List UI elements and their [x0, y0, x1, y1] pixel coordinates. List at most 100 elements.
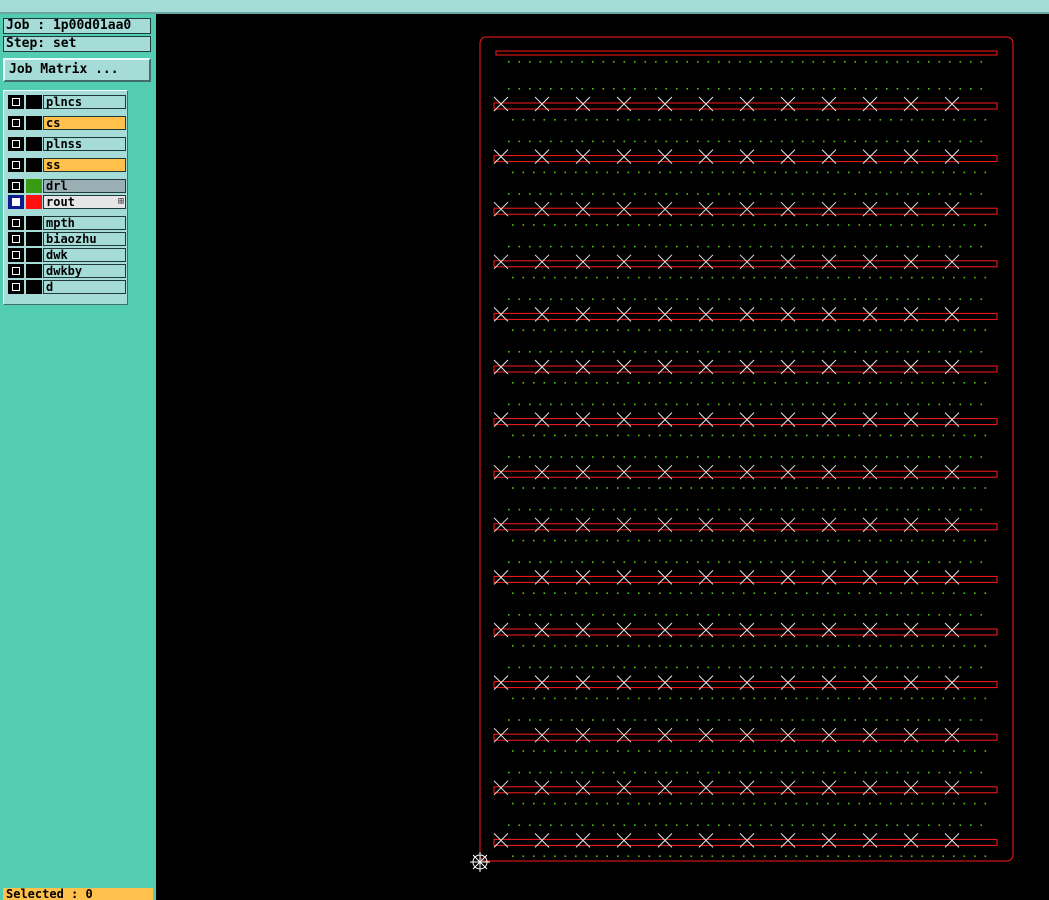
datum-crosshair-icon[interactable]	[470, 852, 490, 872]
drill-hit	[823, 245, 825, 248]
drill-hit	[917, 508, 920, 511]
layer-name[interactable]: drl	[43, 179, 126, 193]
drill-hit	[627, 171, 630, 174]
layer-name[interactable]: cs	[43, 116, 126, 130]
layer-checkbox[interactable]	[8, 137, 24, 151]
layer-row-plnss[interactable]: plnss	[8, 137, 126, 151]
drill-hit	[627, 645, 630, 647]
layer-color-swatch[interactable]	[26, 158, 42, 172]
layer-color-swatch[interactable]	[26, 216, 42, 230]
layer-color-swatch[interactable]	[26, 280, 42, 294]
drill-hit	[638, 329, 640, 331]
layer-color-swatch[interactable]	[26, 95, 42, 109]
drill-hit	[907, 140, 909, 143]
drill-hit	[760, 140, 762, 143]
drill-hit	[785, 224, 787, 226]
drill-hit	[508, 508, 510, 511]
layer-row-plncs[interactable]: plncs	[8, 95, 126, 109]
layer-name[interactable]: plncs	[43, 95, 126, 109]
drill-hit	[749, 824, 752, 826]
top-toolbar-strip	[0, 0, 1049, 14]
drill-hit	[928, 666, 930, 669]
drill-hit	[571, 88, 573, 90]
layer-row-cs[interactable]: cs	[8, 116, 126, 130]
drill-hit	[921, 329, 924, 331]
drill-hit	[806, 802, 808, 805]
drill-hit	[753, 119, 756, 121]
drill-hit	[718, 88, 720, 90]
drill-hit	[823, 193, 825, 195]
drill-hit	[575, 645, 577, 647]
graphics-canvas[interactable]	[156, 14, 1049, 900]
layer-name[interactable]: plnss	[43, 137, 126, 151]
layer-row-ss[interactable]: ss	[8, 158, 126, 172]
layer-name[interactable]: mpth	[43, 216, 126, 230]
drill-hit	[711, 329, 714, 331]
drill-hit	[812, 771, 815, 774]
layer-color-swatch[interactable]	[26, 137, 42, 151]
drill-hit	[722, 487, 724, 489]
drill-hit	[543, 750, 546, 752]
drill-hit	[707, 561, 710, 563]
drill-hit	[928, 88, 930, 90]
layer-name[interactable]: dwk	[43, 248, 126, 262]
layer-checkbox[interactable]	[8, 158, 24, 172]
layer-name[interactable]: biaozhu	[43, 232, 126, 246]
drill-hit	[638, 645, 640, 647]
layer-checkbox[interactable]	[8, 216, 24, 230]
job-matrix-button[interactable]: Job Matrix ...	[3, 58, 151, 82]
layer-color-swatch[interactable]	[26, 264, 42, 278]
drill-hit	[984, 382, 987, 384]
drill-hit	[627, 382, 630, 384]
layer-checkbox[interactable]	[8, 179, 24, 193]
drill-hit	[812, 719, 815, 721]
layer-color-swatch[interactable]	[26, 116, 42, 130]
drill-hit	[844, 245, 846, 248]
layer-name[interactable]: d	[43, 280, 126, 294]
layer-row-biaozhu[interactable]: biaozhu	[8, 232, 126, 246]
layer-color-swatch[interactable]	[26, 248, 42, 262]
layer-checkbox[interactable]	[8, 280, 24, 294]
drill-hit	[764, 329, 766, 331]
board-view[interactable]	[156, 14, 1049, 900]
drill-hit	[806, 592, 808, 594]
layer-row-drl[interactable]: drl	[8, 179, 126, 193]
layer-row-d[interactable]: d	[8, 280, 126, 294]
drill-hit	[753, 171, 756, 174]
layer-row-dwkby[interactable]: dwkby	[8, 264, 126, 278]
drill-hit	[638, 592, 640, 594]
drill-hit	[701, 119, 703, 121]
layer-color-swatch[interactable]	[26, 195, 42, 209]
layer-checkbox[interactable]	[8, 116, 24, 130]
drill-hit	[791, 298, 794, 300]
drill-hit	[550, 614, 552, 616]
layer-checkbox[interactable]	[8, 95, 24, 109]
layer-checkbox[interactable]	[8, 248, 24, 262]
drill-hit	[833, 403, 836, 406]
layer-checkbox[interactable]	[8, 195, 24, 209]
layer-color-swatch[interactable]	[26, 179, 42, 193]
layer-name[interactable]: ss	[43, 158, 126, 172]
drill-hit	[963, 434, 966, 437]
drill-hit	[833, 61, 836, 63]
drill-hit	[949, 403, 951, 406]
plus-icon[interactable]: ⊞	[118, 195, 124, 208]
drill-hit	[959, 193, 962, 195]
drill-hit	[634, 508, 636, 511]
layer-color-swatch[interactable]	[26, 232, 42, 246]
layer-row-rout[interactable]: rout ⊞	[8, 195, 126, 209]
drill-hit	[564, 697, 567, 700]
drill-hit	[680, 645, 682, 647]
layer-checkbox[interactable]	[8, 232, 24, 246]
drill-hit	[869, 592, 871, 594]
layer-row-dwk[interactable]: dwk	[8, 248, 126, 262]
drill-hit	[791, 508, 794, 511]
drill-hit	[613, 666, 615, 669]
layer-name[interactable]: rout	[43, 195, 126, 209]
drill-hit	[665, 666, 668, 669]
layer-name[interactable]: dwkby	[43, 264, 126, 278]
drill-hit	[554, 276, 556, 279]
layer-row-mpth[interactable]: mpth	[8, 216, 126, 230]
drill-hit	[854, 614, 857, 616]
layer-checkbox[interactable]	[8, 264, 24, 278]
